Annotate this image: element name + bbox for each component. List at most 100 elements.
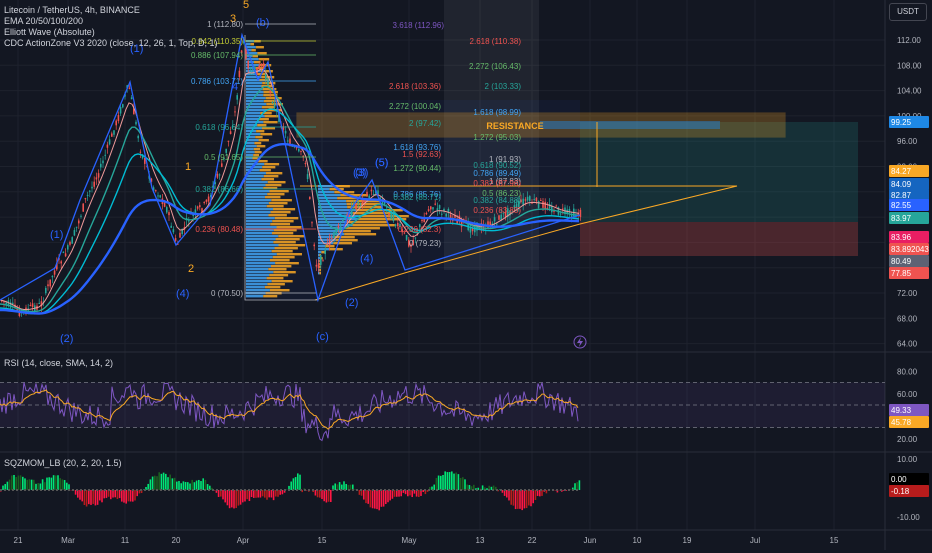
elliott-wave-label: (2) xyxy=(345,297,358,309)
sqz-bar xyxy=(260,490,262,498)
sqz-bar xyxy=(330,490,332,502)
candle-body xyxy=(335,227,337,234)
sqz-bar xyxy=(440,476,442,490)
sqz-bar xyxy=(46,478,48,490)
svg-text:49.33: 49.33 xyxy=(891,406,912,415)
sqz-dot xyxy=(64,489,66,491)
candle-body xyxy=(540,200,542,201)
price-axis-label: 72.00 xyxy=(897,289,918,298)
candle-body xyxy=(69,242,71,245)
sqz-dot xyxy=(436,489,438,491)
time-axis-label: 20 xyxy=(172,536,181,545)
candle-body xyxy=(78,221,80,224)
sqz-bar xyxy=(79,490,81,500)
currency-button[interactable]: USDT xyxy=(889,3,927,21)
time-axis-label: 15 xyxy=(830,536,839,545)
fib-extension-label: 2.618 (110.38) xyxy=(470,37,522,46)
sqz-dot xyxy=(320,489,322,491)
sqz-bar xyxy=(326,490,328,503)
sqz-bar xyxy=(154,476,156,490)
cdc-indicator-label[interactable]: CDC ActionZone V3 2020 (close, 12, 26, 1… xyxy=(4,38,217,49)
symbol-title[interactable]: Litecoin / TetherUS, 4h, BINANCE xyxy=(4,5,217,16)
candle-body xyxy=(342,219,344,221)
candle-body xyxy=(188,221,190,222)
sqz-bar xyxy=(222,490,224,499)
sqz-bar xyxy=(97,490,99,505)
candle-body xyxy=(544,202,546,209)
elliott-indicator-label[interactable]: Elliott Wave (Absolute) xyxy=(4,27,217,38)
sqz-dot xyxy=(308,489,310,491)
sqz-dot xyxy=(392,489,394,491)
sqz-bar xyxy=(108,490,110,497)
sqz-value-tag: -0.18 xyxy=(889,485,929,497)
sqz-dot xyxy=(504,489,506,491)
sqz-bar xyxy=(343,481,345,490)
ema-indicator-label[interactable]: EMA 20/50/100/200 xyxy=(4,16,217,27)
sqz-dot xyxy=(232,489,234,491)
sqz-dot xyxy=(272,489,274,491)
time-axis-label: 19 xyxy=(683,536,692,545)
sqz-dot xyxy=(568,489,570,491)
sqz-dot xyxy=(224,489,226,491)
sqz-bar xyxy=(42,479,44,490)
sqz-bar xyxy=(438,476,440,490)
sqz-bar xyxy=(486,488,488,490)
sqz-bar xyxy=(506,490,508,497)
sqz-axis-label: -10.00 xyxy=(897,513,920,522)
sqz-bar xyxy=(381,490,383,507)
sqz-bar xyxy=(319,490,321,498)
sqz-bar xyxy=(532,490,534,503)
sqz-bar xyxy=(233,490,235,508)
candle-body xyxy=(137,136,139,138)
fib-extension-label: 0.236 (83.85) xyxy=(473,206,521,215)
sqz-dot xyxy=(164,489,166,491)
sqz-bar xyxy=(277,490,279,497)
candle-body xyxy=(309,197,311,199)
sqz-bar xyxy=(436,478,438,490)
sqz-dot xyxy=(300,489,302,491)
sqz-bar xyxy=(198,480,200,490)
elliott-wave-label: (3) xyxy=(355,167,368,179)
sqz-dot xyxy=(424,489,426,491)
sqz-bar xyxy=(253,490,255,498)
sqz-bar xyxy=(13,475,15,490)
time-axis-label: Mar xyxy=(61,536,75,545)
sqz-bar xyxy=(383,490,385,507)
sqz-dot xyxy=(276,489,278,491)
candle-body xyxy=(357,202,359,203)
sqz-dot xyxy=(520,489,522,491)
sqz-dot xyxy=(348,489,350,491)
candle-body xyxy=(38,303,40,304)
price-tag: 83.96 xyxy=(889,231,929,243)
sqz-bar xyxy=(535,490,537,500)
sqz-bar xyxy=(196,481,198,490)
chart-window[interactable]: 112.00108.00104.00100.0096.0092.0088.008… xyxy=(0,0,932,550)
sqzmom-indicator-label[interactable]: SQZMOM_LB (20, 2, 20, 1.5) xyxy=(4,458,122,469)
price-chart[interactable]: 112.00108.00104.00100.0096.0092.0088.008… xyxy=(0,0,932,550)
sqz-bar xyxy=(508,490,510,500)
candle-body xyxy=(285,131,287,134)
rsi-indicator-label[interactable]: RSI (14, close, SMA, 14, 2) xyxy=(4,358,113,369)
sqz-bar xyxy=(200,481,202,490)
price-tag: 84.27 xyxy=(889,165,929,177)
candle-body xyxy=(164,203,166,207)
time-axis-label: 13 xyxy=(476,536,485,545)
candle-body xyxy=(265,73,267,79)
sqz-dot xyxy=(80,489,82,491)
sqz-dot xyxy=(452,489,454,491)
sqz-dot xyxy=(48,489,50,491)
sqz-bar xyxy=(451,471,453,490)
sqz-bar xyxy=(570,489,572,490)
sqz-dot xyxy=(376,489,378,491)
sqz-dot xyxy=(480,489,482,491)
time-axis-label: 10 xyxy=(633,536,642,545)
candle-body xyxy=(426,213,428,214)
sqz-dot xyxy=(76,489,78,491)
candle-body xyxy=(247,61,249,68)
price-tag: 77.85 xyxy=(889,267,929,279)
candle-body xyxy=(527,197,529,201)
sqz-bar xyxy=(372,490,374,508)
sqz-bar xyxy=(442,475,444,490)
fib-extension-label: 2.272 (100.04) xyxy=(389,102,441,111)
sqz-dot xyxy=(456,489,458,491)
